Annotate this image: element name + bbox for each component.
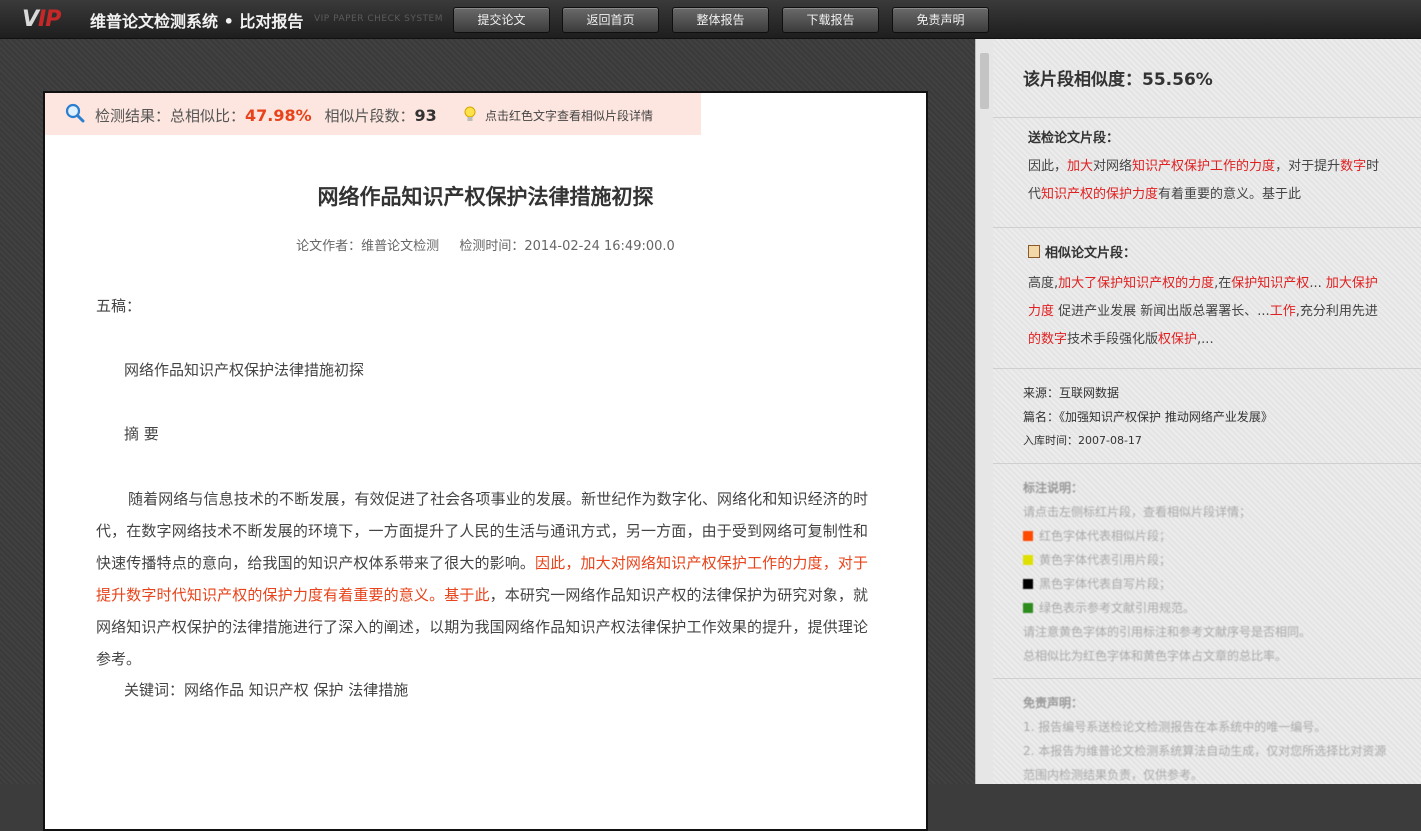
disclaimer-button[interactable]: 免责声明 — [892, 7, 989, 33]
submitted-segment-text: 因此，加大对网络知识产权保护工作的力度，对于提升数字时代知识产权的保护力度有着重… — [1028, 159, 1380, 202]
similar-segment-count: 93 — [414, 106, 437, 125]
result-banner: 检测结果：总相似比：47.98% 相似片段数：93 点击红色文字查看相似片段详情 — [45, 93, 701, 135]
legend-instruction: 请点击左侧标红片段，查看相似片段详情； — [1023, 505, 1252, 519]
full-report-button[interactable]: 整体报告 — [672, 7, 769, 33]
submitted-segment-heading: 送检论文片段： — [1028, 131, 1120, 146]
article-title: 篇名：《加强知识产权保护 推动网络产业发展》 — [1023, 410, 1273, 424]
document-icon — [1028, 245, 1040, 258]
total-similarity-ratio: 47.98% — [245, 106, 312, 125]
check-time: 检测时间：2014-02-24 16:49:00.0 — [459, 239, 675, 254]
disclaimer-line-2: 2. 本报告为维普论文检测系统算法自动生成，仅对您所选择比对资源 — [1023, 744, 1387, 758]
document-page: 检测结果：总相似比：47.98% 相似片段数：93 点击红色文字查看相似片段详情… — [43, 91, 928, 831]
legend-heading: 标注说明： — [1023, 481, 1084, 495]
abstract-paragraph: 随着网络与信息技术的不断发展，有效促进了社会各项事业的发展。新世纪作为数字化、网… — [96, 490, 868, 668]
legend-green: 绿色表示参考文献引用规范。 — [1023, 599, 1195, 616]
abstract-heading: 摘 要 — [124, 425, 159, 443]
disclaimer-line-1: 1. 报告编号系送检论文检测报告在本系统中的唯一编号。 — [1023, 720, 1327, 734]
download-report-button[interactable]: 下载报告 — [782, 7, 879, 33]
scrollbar-thumb[interactable] — [980, 53, 989, 109]
legend-yellow: 黄色字体代表引用片段； — [1023, 551, 1171, 568]
legend-note-1: 请注意黄色字体的引用标注和参考文献序号是否相同。 — [1023, 625, 1312, 639]
vip-logo: VIP — [22, 6, 61, 32]
author: 论文作者：维普论文检测 — [296, 239, 440, 254]
top-bar: VIP 维普论文检测系统 • 比对报告 VIP PAPER CHECK SYST… — [0, 0, 1421, 39]
disclaimer-line-3: 范围内检测结果负责，仅供参考。 — [1023, 768, 1204, 782]
source-divider — [993, 368, 1421, 369]
source-label: 来源：互联网数据 — [1023, 386, 1120, 400]
paper-heading: 网络作品知识产权保护法律措施初探 — [124, 361, 365, 379]
panel-scrollbar[interactable] — [975, 39, 994, 784]
home-button[interactable]: 返回首页 — [562, 7, 659, 33]
disclaimer-divider — [993, 678, 1421, 679]
legend-red: 红色字体代表相似片段； — [1023, 527, 1171, 544]
report-area: 检测结果：总相似比：47.98% 相似片段数：93 点击红色文字查看相似片段详情… — [0, 39, 975, 831]
similar-segment-heading: 相似论文片段： — [1028, 242, 1136, 261]
lightbulb-icon — [464, 106, 476, 121]
app-title: 维普论文检测系统 • 比对报告 — [90, 12, 304, 31]
keywords: 关键词：网络作品 知识产权 保护 法律措施 — [124, 681, 409, 699]
submit-paper-button[interactable]: 提交论文 — [453, 7, 550, 33]
legend-divider — [993, 463, 1421, 464]
document-title: 网络作品知识产权保护法律措施初探 — [317, 185, 654, 209]
storage-date: 入库时间：2007-08-17 — [1023, 434, 1142, 447]
hint-text: 点击红色文字查看相似片段详情 — [485, 109, 654, 123]
segment-similarity: 该片段相似度：55.56% — [1023, 70, 1213, 90]
legend-note-2: 总相似比为红色字体和黄色字体占文章的总比率。 — [1023, 649, 1288, 663]
magnifier-icon — [65, 103, 85, 123]
disclaimer-heading: 免责声明： — [1023, 696, 1084, 710]
draft-label: 五稿： — [96, 297, 142, 315]
similar-segment-text: 高度,加大了保护知识产权的力度,在保护知识产权... 加大保护力度 促进产业发展… — [1028, 276, 1378, 347]
legend-black: 黑色字体代表自写片段； — [1023, 575, 1171, 592]
document-meta: 论文作者：维普论文检测 检测时间：2014-02-24 16:49:00.0 — [45, 235, 926, 254]
app-subtitle: VIP PAPER CHECK SYSTEM — [314, 14, 443, 24]
result-summary: 检测结果：总相似比：47.98% 相似片段数：93 — [95, 106, 437, 125]
segment-detail-panel: 该片段相似度：55.56% 送检论文片段： 因此，加大对网络知识产权保护工作的力… — [993, 39, 1421, 784]
